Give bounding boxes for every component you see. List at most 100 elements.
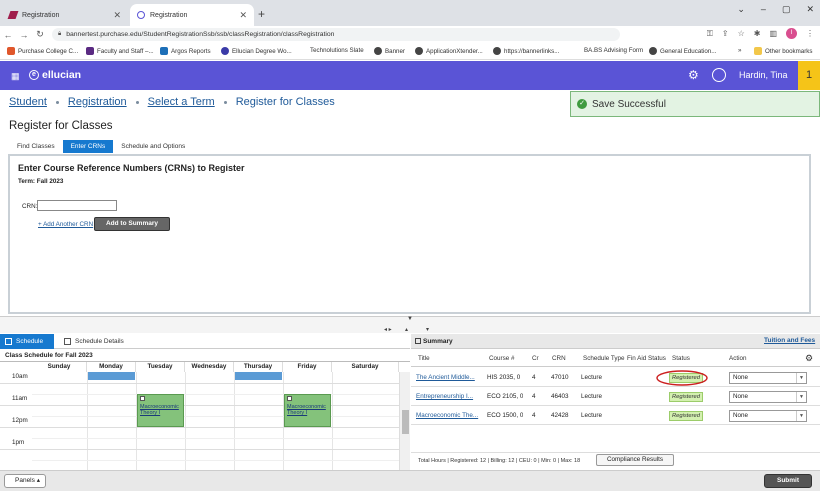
- col-action[interactable]: Action: [729, 355, 747, 362]
- col-course[interactable]: Course #: [489, 355, 515, 362]
- bookmark-item[interactable]: Faculty and Staff –...: [86, 47, 154, 55]
- event-checkbox[interactable]: [140, 396, 145, 401]
- collapse-up-icon[interactable]: ▼: [407, 316, 413, 322]
- bookmark-item[interactable]: BA.BS Advising Form: [584, 47, 643, 54]
- course-title-link[interactable]: The Ancient Middle...: [416, 374, 486, 381]
- summary-table-header: Title Course # Cr CRN Schedule Type Fin …: [411, 349, 820, 367]
- day-column-divider: [87, 372, 88, 470]
- notification-badge[interactable]: 1: [798, 61, 820, 90]
- hour-gridline: [0, 427, 399, 428]
- bookmark-item[interactable]: Banner: [374, 47, 405, 55]
- summary-title: Summary: [423, 338, 453, 345]
- bookmark-item[interactable]: Argos Reports: [160, 47, 211, 55]
- course-number: ECO 1500, 0: [487, 412, 524, 419]
- tab-enter-crns[interactable]: Enter CRNs: [62, 140, 114, 153]
- total-hours: Total Hours | Registered: 12 | Billing: …: [418, 458, 581, 464]
- action-select[interactable]: None ▼: [729, 410, 807, 422]
- col-crn[interactable]: CRN: [552, 355, 566, 362]
- status-badge: Registered: [669, 411, 703, 421]
- tab-find-classes[interactable]: Find Classes: [9, 140, 63, 153]
- half-hour-gridline: [32, 460, 399, 461]
- sidebar-icon[interactable]: ▥: [769, 29, 777, 38]
- close-tab-icon[interactable]: ✕: [239, 10, 247, 21]
- day-header-friday: Friday: [283, 362, 332, 372]
- user-name[interactable]: Hardin, Tina: [739, 70, 788, 80]
- col-status[interactable]: Status: [672, 355, 690, 362]
- course-title-link[interactable]: Macroeconomic The...: [416, 412, 486, 419]
- back-arrow-icon[interactable]: ←: [0, 30, 16, 40]
- panels-button[interactable]: Panels ▴: [4, 474, 46, 488]
- panel-splitter[interactable]: ▼ ◂ ▸ ▴ ▾: [0, 316, 820, 333]
- add-another-crn-link[interactable]: + Add Another CRN: [38, 221, 93, 228]
- lock-icon: 🔒︎: [58, 31, 62, 37]
- gear-icon[interactable]: ⚙: [805, 353, 813, 364]
- class-event-block-partial[interactable]: [235, 372, 282, 380]
- user-icon[interactable]: [712, 68, 726, 82]
- bookmark-item[interactable]: Technolutions Slate: [310, 47, 364, 54]
- bottom-bar: Panels ▴ Submit: [0, 470, 820, 491]
- bookmark-item[interactable]: https://bannerlinks...: [493, 47, 559, 55]
- close-tab-icon[interactable]: ✕: [113, 10, 121, 21]
- maximize-icon[interactable]: ▢: [782, 4, 791, 15]
- move-left-icon[interactable]: ◂ ▸: [384, 326, 392, 333]
- page-title: Register for Classes: [9, 120, 113, 132]
- class-event-block[interactable]: Macroeconomic Theory I: [284, 394, 331, 427]
- add-to-summary-button[interactable]: Add to Summary: [94, 217, 170, 231]
- tuition-fees-link[interactable]: Tuition and Fees: [764, 337, 815, 344]
- share-icon[interactable]: ⇪: [722, 29, 729, 38]
- window-controls: ⌄ – ▢ ✕: [737, 4, 814, 15]
- col-fin-aid-status[interactable]: Fin Aid Status: [627, 355, 666, 362]
- compliance-results-button[interactable]: Compliance Results: [596, 454, 674, 466]
- profile-avatar[interactable]: I: [786, 28, 797, 39]
- address-bar[interactable]: 🔒︎ bannertest.purchase.edu/StudentRegist…: [52, 28, 620, 41]
- crn-input[interactable]: [37, 200, 117, 211]
- tab-schedule-details[interactable]: Schedule Details: [54, 337, 124, 345]
- other-bookmarks[interactable]: Other bookmarks: [754, 47, 812, 55]
- key-icon[interactable]: ⚿: [707, 29, 713, 39]
- breadcrumb-select-term[interactable]: Select a Term: [148, 96, 215, 108]
- hour-label: 11am: [12, 395, 28, 402]
- reload-icon[interactable]: ↻: [32, 29, 48, 40]
- bookmark-item[interactable]: Purchase College C...: [7, 47, 78, 55]
- new-tab-icon[interactable]: +: [258, 7, 265, 21]
- col-schedule-type[interactable]: Schedule Type: [583, 355, 625, 362]
- extensions-icon[interactable]: ✱: [754, 29, 761, 38]
- action-select[interactable]: None ▼: [729, 372, 807, 384]
- bookmark-item[interactable]: Ellucian Degree Wo...: [221, 47, 292, 55]
- submit-button[interactable]: Submit: [764, 474, 812, 488]
- tab-schedule-options[interactable]: Schedule and Options: [113, 140, 193, 153]
- course-title-link[interactable]: Entrepreneurship I...: [416, 393, 486, 400]
- breadcrumb-registration[interactable]: Registration: [68, 96, 127, 108]
- col-title[interactable]: Title: [418, 355, 430, 362]
- chevron-down-icon[interactable]: ⌄: [737, 4, 745, 15]
- kebab-menu-icon[interactable]: ⋮: [806, 29, 814, 38]
- expand-up-icon[interactable]: ▴: [405, 326, 408, 333]
- apps-grid-icon[interactable]: ▦: [11, 71, 20, 82]
- class-event-block[interactable]: Macroeconomic Theory I: [137, 394, 184, 427]
- summary-footer: Total Hours | Registered: 12 | Billing: …: [411, 452, 820, 468]
- expand-down-icon[interactable]: ▾: [426, 326, 429, 333]
- scrollbar-thumb[interactable]: [402, 410, 409, 434]
- tab-schedule[interactable]: Schedule: [0, 333, 54, 349]
- bookmark-item[interactable]: ApplicationXtender...: [415, 47, 483, 55]
- minimize-icon[interactable]: –: [761, 4, 766, 15]
- bookmarks-overflow-icon[interactable]: »: [738, 47, 741, 54]
- event-checkbox[interactable]: [287, 396, 292, 401]
- action-select[interactable]: None ▼: [729, 391, 807, 403]
- browser-tab-registration-2[interactable]: Registration ✕: [130, 4, 254, 26]
- class-event-block-partial[interactable]: [88, 372, 135, 380]
- forward-arrow-icon[interactable]: →: [16, 30, 32, 40]
- breadcrumb-student[interactable]: Student: [9, 96, 47, 108]
- calendar-icon: [5, 337, 12, 345]
- close-window-icon[interactable]: ✕: [806, 4, 814, 15]
- star-icon[interactable]: ☆: [738, 29, 745, 38]
- day-column-divider: [185, 372, 186, 470]
- gear-icon[interactable]: ⚙: [688, 68, 699, 82]
- bookmark-item[interactable]: General Education...: [649, 47, 716, 55]
- browser-tab-registration-1[interactable]: Registration ✕: [2, 4, 128, 26]
- purchase-favicon-icon: [7, 11, 19, 19]
- app-header: ▦ e ellucian ⚙ Hardin, Tina 1: [0, 61, 820, 90]
- calendar-scrollbar[interactable]: [399, 372, 410, 470]
- check-circle-icon: ✓: [577, 99, 587, 109]
- col-cr[interactable]: Cr: [532, 355, 539, 362]
